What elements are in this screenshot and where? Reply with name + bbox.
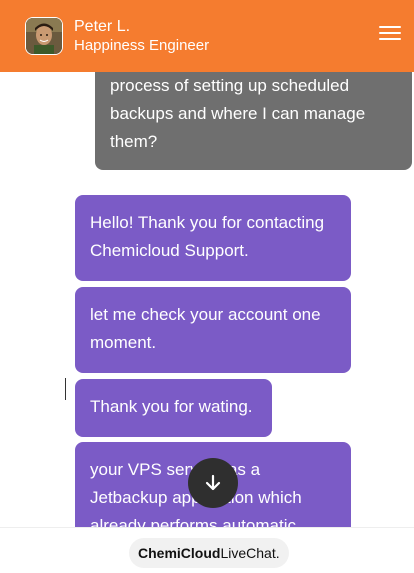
hamburger-menu-icon[interactable] bbox=[378, 22, 402, 44]
message-line: moment. bbox=[90, 333, 157, 352]
agent-avatar bbox=[25, 17, 63, 55]
message-line: Thank you for wating. bbox=[90, 397, 253, 416]
brand-name-regular: LiveChat. bbox=[220, 545, 280, 561]
chat-window: Peter L. Happiness Engineer process of s… bbox=[0, 0, 414, 573]
message-line: backups and where I can manage bbox=[110, 104, 366, 123]
menu-line bbox=[379, 32, 401, 34]
livechat-branding-link[interactable]: ChemiCloud LiveChat. bbox=[129, 538, 289, 568]
arrow-down-icon bbox=[205, 474, 221, 491]
agent-message: Thank you for wating. bbox=[75, 379, 272, 437]
chat-header: Peter L. Happiness Engineer bbox=[0, 0, 414, 72]
message-line: Hello! Thank you for contacting bbox=[90, 213, 325, 232]
scroll-down-button[interactable] bbox=[188, 458, 238, 508]
message-line: Chemicloud Support. bbox=[90, 241, 249, 260]
brand-name-bold: ChemiCloud bbox=[138, 545, 221, 561]
menu-line bbox=[379, 26, 401, 28]
agent-role: Happiness Engineer bbox=[74, 37, 210, 54]
menu-line bbox=[379, 38, 401, 40]
message-line: let me check your account one bbox=[90, 305, 321, 324]
text-cursor bbox=[65, 378, 66, 400]
message-line: them? bbox=[110, 132, 158, 151]
chat-footer: ChemiCloud LiveChat. bbox=[0, 527, 414, 573]
agent-message: let me check your account one moment. bbox=[75, 287, 351, 373]
agent-message: Hello! Thank you for contacting Chemiclo… bbox=[75, 195, 351, 281]
message-list[interactable]: process of setting up scheduled backups … bbox=[0, 72, 414, 527]
agent-info: Peter L. Happiness Engineer bbox=[74, 17, 209, 55]
message-line: already performs automatic bbox=[90, 516, 296, 527]
message-line: process of setting up scheduled bbox=[110, 76, 350, 95]
user-message: process of setting up scheduled backups … bbox=[95, 72, 412, 170]
agent-name: Peter L. bbox=[74, 18, 131, 35]
